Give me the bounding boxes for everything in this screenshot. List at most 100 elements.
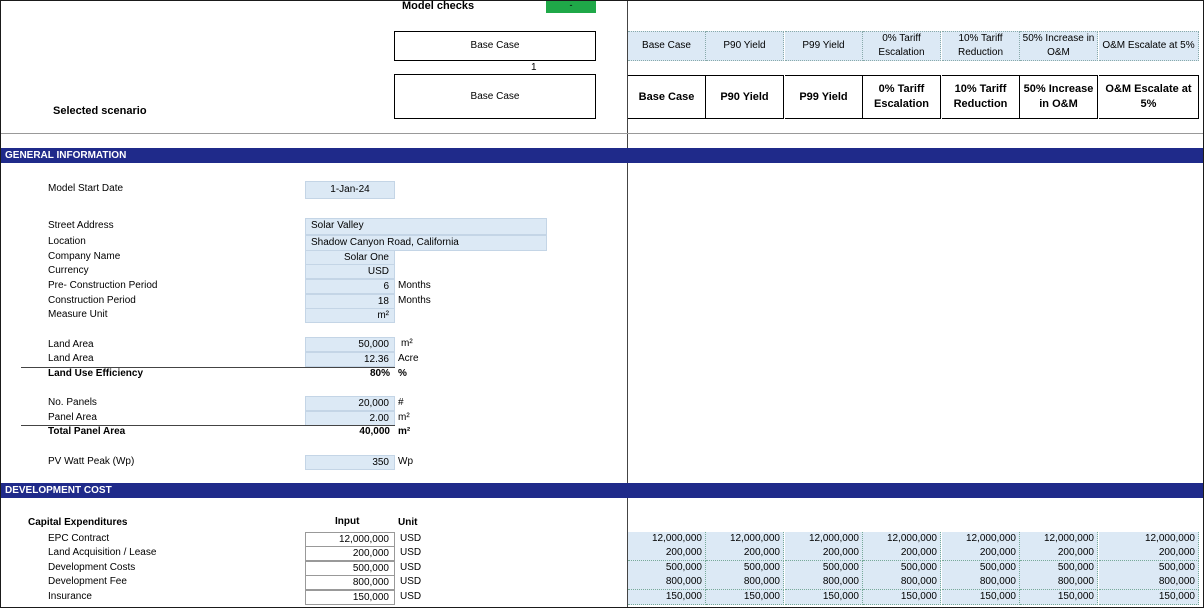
location-label: Location bbox=[48, 236, 86, 247]
scenario-top-header: 10% Tariff Reduction bbox=[942, 31, 1020, 61]
capex-scenario-cell: 200,000 bbox=[706, 546, 784, 561]
street-address-input[interactable]: Solar Valley bbox=[305, 218, 547, 235]
capex-scenario-cell: 12,000,000 bbox=[706, 532, 784, 547]
capex-scenario-cell: 200,000 bbox=[628, 546, 706, 561]
capex-scenario-cell: 200,000 bbox=[785, 546, 863, 561]
capex-row-label: Development Costs bbox=[48, 562, 136, 573]
capex-row-label: Insurance bbox=[48, 591, 92, 602]
pv-watt-peak-label: PV Watt Peak (Wp) bbox=[48, 456, 135, 467]
capex-scenario-cell: 12,000,000 bbox=[785, 532, 863, 547]
selected-scenario-box: Base Case bbox=[394, 74, 596, 119]
street-address-label: Street Address bbox=[48, 220, 114, 231]
scenario-top-header: 50% Increase in O&M bbox=[1020, 31, 1098, 61]
total-panel-area-unit: m² bbox=[398, 426, 411, 437]
capex-row-unit: USD bbox=[400, 591, 422, 602]
panel-area-unit: m² bbox=[398, 412, 410, 423]
scenario-bottom-header: 10% Tariff Reduction bbox=[942, 75, 1020, 119]
scenario-top-header: O&M Escalate at 5% bbox=[1099, 31, 1199, 61]
capex-scenario-cell: 200,000 bbox=[863, 546, 941, 561]
scenario-index: 1 bbox=[531, 62, 537, 73]
capex-row-label: EPC Contract bbox=[48, 533, 110, 544]
capex-scenario-cell: 12,000,000 bbox=[863, 532, 941, 547]
capex-row-unit: USD bbox=[400, 562, 422, 573]
model-start-date-input[interactable]: 1-Jan-24 bbox=[305, 181, 395, 199]
scenario-bottom-header: P99 Yield bbox=[785, 75, 863, 119]
no-panels-unit: # bbox=[398, 397, 404, 408]
panel-area-input[interactable]: 2.00 bbox=[305, 411, 395, 426]
capex-scenario-cell: 500,000 bbox=[628, 561, 706, 576]
land-area-m2-input[interactable]: 50,000 bbox=[305, 337, 395, 352]
capex-scenario-cell: 500,000 bbox=[1020, 561, 1098, 576]
currency-label: Currency bbox=[48, 265, 89, 276]
capex-scenario-cell: 200,000 bbox=[1020, 546, 1098, 561]
no-panels-label: No. Panels bbox=[48, 397, 97, 408]
capex-scenario-cell: 12,000,000 bbox=[628, 532, 706, 547]
land-area-acre-value: 12.36 bbox=[305, 352, 395, 367]
land-area-acre-label: Land Area bbox=[48, 353, 94, 364]
construction-period-label: Construction Period bbox=[48, 295, 136, 306]
capex-label: Capital Expenditures bbox=[28, 517, 128, 528]
scenario-top-header: P90 Yield bbox=[706, 31, 784, 61]
capex-row-input[interactable]: 200,000 bbox=[305, 546, 395, 561]
company-name-label: Company Name bbox=[48, 251, 121, 262]
capex-scenario-cell: 150,000 bbox=[785, 590, 863, 605]
scenario-top-header: 0% Tariff Escalation bbox=[863, 31, 941, 61]
land-use-efficiency-label: Land Use Efficiency bbox=[48, 368, 144, 379]
capex-scenario-cell: 800,000 bbox=[706, 575, 784, 590]
currency-input[interactable]: USD bbox=[305, 264, 395, 279]
capex-row-unit: USD bbox=[400, 576, 422, 587]
capex-scenario-cell: 800,000 bbox=[942, 575, 1020, 590]
header-divider bbox=[1, 133, 1203, 134]
capex-row-input[interactable]: 800,000 bbox=[305, 575, 395, 590]
capex-scenario-cell: 800,000 bbox=[628, 575, 706, 590]
capex-scenario-cell: 500,000 bbox=[1099, 561, 1199, 576]
measure-unit-input[interactable]: m² bbox=[305, 308, 395, 323]
location-input[interactable]: Shadow Canyon Road, California bbox=[305, 235, 547, 251]
scenario-bottom-header: O&M Escalate at 5% bbox=[1099, 75, 1199, 119]
measure-unit-label: Measure Unit bbox=[48, 309, 108, 320]
scenario-top-header: P99 Yield bbox=[785, 31, 863, 61]
capex-scenario-cell: 150,000 bbox=[1099, 590, 1199, 605]
land-use-efficiency-value: 80% bbox=[369, 368, 390, 379]
total-panel-area-label: Total Panel Area bbox=[48, 426, 126, 437]
pv-watt-peak-input[interactable]: 350 bbox=[305, 455, 395, 470]
capex-scenario-cell: 200,000 bbox=[1099, 546, 1199, 561]
capex-scenario-cell: 12,000,000 bbox=[1099, 532, 1199, 547]
land-area-m2-label: Land Area bbox=[48, 339, 94, 350]
total-panel-area-value: 40,000 bbox=[359, 426, 390, 437]
capex-scenario-cell: 12,000,000 bbox=[1020, 532, 1098, 547]
scenario-bottom-header: 50% Increase in O&M bbox=[1020, 75, 1098, 119]
capex-scenario-cell: 500,000 bbox=[863, 561, 941, 576]
land-use-efficiency-unit: % bbox=[398, 368, 407, 379]
capex-row-input[interactable]: 150,000 bbox=[305, 590, 395, 605]
input-column-header: Input bbox=[335, 516, 360, 527]
selected-scenario-label: Selected scenario bbox=[53, 105, 147, 117]
capex-scenario-cell: 200,000 bbox=[942, 546, 1020, 561]
capex-scenario-cell: 500,000 bbox=[942, 561, 1020, 576]
company-name-input[interactable]: Solar One bbox=[305, 250, 395, 265]
capex-row-input[interactable]: 500,000 bbox=[305, 561, 395, 576]
spreadsheet: Model checks - Base Case 1 Base Case Sel… bbox=[0, 0, 1204, 608]
model-checks-indicator: - bbox=[546, 1, 596, 13]
capex-scenario-cell: 12,000,000 bbox=[942, 532, 1020, 547]
capex-scenario-cell: 150,000 bbox=[628, 590, 706, 605]
scenario-bottom-header: Base Case bbox=[628, 75, 706, 119]
capex-row-unit: USD bbox=[400, 547, 422, 558]
pv-watt-peak-unit: Wp bbox=[398, 456, 413, 467]
construction-period-unit: Months bbox=[398, 295, 431, 306]
no-panels-input[interactable]: 20,000 bbox=[305, 396, 395, 411]
scenario-bottom-header: P90 Yield bbox=[706, 75, 784, 119]
capex-scenario-cell: 150,000 bbox=[863, 590, 941, 605]
capex-scenario-cell: 500,000 bbox=[706, 561, 784, 576]
capex-row-label: Land Acquisition / Lease bbox=[48, 547, 157, 558]
land-area-acre-unit: Acre bbox=[398, 353, 419, 364]
capex-row-input[interactable]: 12,000,000 bbox=[305, 532, 395, 547]
section-general-information: GENERAL INFORMATION bbox=[1, 148, 1203, 163]
model-checks-label: Model checks bbox=[402, 0, 475, 12]
construction-period-input[interactable]: 18 bbox=[305, 294, 395, 309]
pre-construction-input[interactable]: 6 bbox=[305, 279, 395, 294]
panel-area-label: Panel Area bbox=[48, 412, 97, 423]
capex-scenario-cell: 800,000 bbox=[785, 575, 863, 590]
scenario-dropdown[interactable]: Base Case bbox=[394, 31, 596, 61]
capex-row-unit: USD bbox=[400, 533, 422, 544]
